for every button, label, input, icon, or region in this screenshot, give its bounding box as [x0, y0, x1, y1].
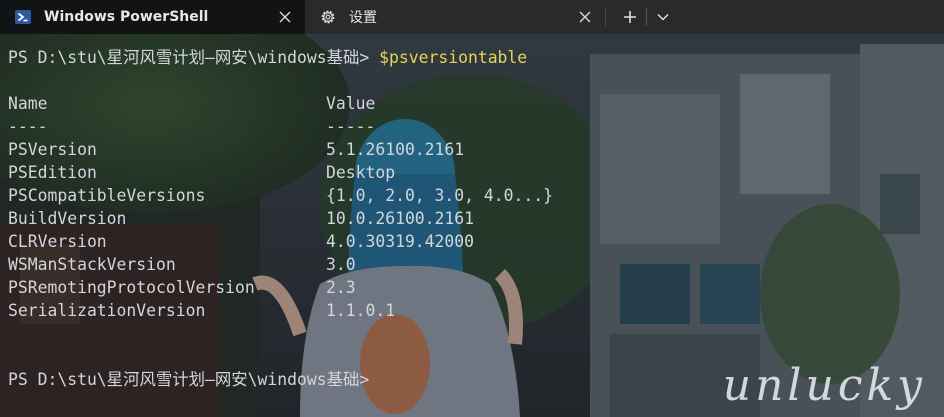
- row-name: PSCompatibleVersions: [8, 186, 206, 205]
- command-text: $psversiontable: [379, 48, 528, 67]
- row-name: PSRemotingProtocolVersion: [8, 278, 255, 297]
- table-header: Name Value: [8, 92, 938, 115]
- row-value: Desktop: [326, 163, 396, 182]
- table-row: PSVersion 5.1.26100.2161: [8, 138, 938, 161]
- row-name: SerializationVersion: [8, 301, 206, 320]
- row-value: 2.3: [326, 278, 356, 297]
- table-underline: ---- -----: [8, 115, 938, 138]
- table-row: CLRVersion 4.0.30319.42000: [8, 230, 938, 253]
- row-value: 10.0.26100.2161: [326, 209, 475, 228]
- prompt-line: PS D:\stu\星河风雪计划—网安\windows基础>: [8, 368, 369, 391]
- table-row: BuildVersion 10.0.26100.2161: [8, 207, 938, 230]
- row-name: BuildVersion: [8, 209, 127, 228]
- tab-windows-powershell[interactable]: Windows PowerShell: [0, 0, 305, 34]
- terminal-pane[interactable]: PS D:\stu\星河风雪计划—网安\windows基础> $psversio…: [0, 34, 944, 417]
- prompt-text: PS D:\stu\星河风雪计划—网安\windows基础>: [8, 48, 380, 67]
- row-value: 4.0.30319.42000: [326, 232, 475, 251]
- new-tab-button[interactable]: [614, 0, 646, 34]
- table-row: PSRemotingProtocolVersion 2.3: [8, 276, 938, 299]
- row-name: WSManStackVersion: [8, 255, 176, 274]
- terminal-window: Windows PowerShell 设置 PS D:\stu\星河风雪计划—网…: [0, 0, 944, 417]
- row-name: PSEdition: [8, 163, 97, 182]
- close-icon[interactable]: [277, 9, 293, 25]
- dropdown-button[interactable]: [647, 0, 679, 34]
- tab-label: Windows PowerShell: [44, 9, 209, 25]
- row-value: 3.0: [326, 255, 356, 274]
- tab-actions: [614, 0, 679, 34]
- table-row: SerializationVersion 1.1.0.1: [8, 299, 938, 322]
- table-row: WSManStackVersion 3.0: [8, 253, 938, 276]
- close-icon[interactable]: [577, 9, 593, 25]
- underline-name: ----: [8, 117, 48, 136]
- row-value: 1.1.0.1: [326, 301, 396, 320]
- tab-label: 设置: [349, 10, 377, 26]
- tab-settings[interactable]: 设置: [305, 0, 605, 34]
- chevron-down-icon: [657, 13, 669, 21]
- tab-bar: Windows PowerShell 设置: [0, 0, 944, 34]
- gear-icon: [321, 10, 335, 24]
- row-value: 5.1.26100.2161: [326, 140, 465, 159]
- tab-divider: [605, 8, 606, 26]
- row-value: {1.0, 2.0, 3.0, 4.0...}: [326, 186, 553, 205]
- header-name: Name: [8, 94, 48, 113]
- table-row: PSEdition Desktop: [8, 161, 938, 184]
- underline-value: -----: [326, 117, 376, 136]
- powershell-icon: [15, 10, 31, 24]
- table-row: PSCompatibleVersions {1.0, 2.0, 3.0, 4.0.…: [8, 184, 938, 207]
- plus-icon: [624, 11, 636, 23]
- row-name: PSVersion: [8, 140, 97, 159]
- header-value: Value: [326, 94, 376, 113]
- watermark-text: unlucky: [722, 360, 926, 411]
- row-name: CLRVersion: [8, 232, 107, 251]
- prompt-text: PS D:\stu\星河风雪计划—网安\windows基础>: [8, 370, 370, 389]
- prompt-line: PS D:\stu\星河风雪计划—网安\windows基础> $psversio…: [8, 46, 527, 69]
